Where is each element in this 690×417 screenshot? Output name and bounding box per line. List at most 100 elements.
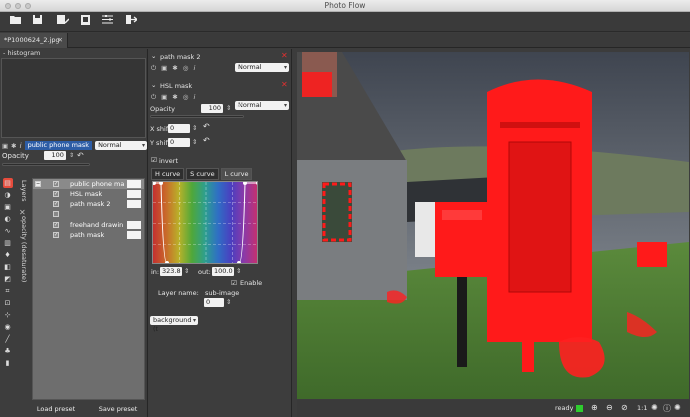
reset-icon[interactable]: ↶: [203, 122, 210, 131]
levels-icon[interactable]: ▥: [3, 238, 13, 248]
power-icon[interactable]: ⏻: [151, 93, 156, 102]
layer-new-icon[interactable]: ▣: [3, 202, 13, 212]
out-stepper[interactable]: ⇕: [236, 267, 241, 275]
invert-checkbox[interactable]: ☑: [151, 156, 157, 164]
opacity-slider[interactable]: [2, 163, 90, 166]
image-canvas[interactable]: [297, 52, 689, 399]
layer-row[interactable]: ✓ freehand drawin: [33, 220, 144, 230]
target-icon[interactable]: ◎: [183, 64, 189, 73]
trash-icon[interactable]: ▮: [3, 358, 13, 368]
layers-icon[interactable]: ▤: [2, 178, 13, 188]
layer-visible-check[interactable]: ✓: [53, 191, 59, 197]
yshift-input[interactable]: 0: [168, 138, 190, 147]
layer-name-field[interactable]: public phone mask: [24, 141, 93, 150]
transform-icon[interactable]: ⊡: [3, 298, 13, 308]
gradient-icon[interactable]: ◩: [3, 274, 13, 284]
expand-icon[interactable]: ⌄: [151, 81, 156, 89]
zoom-in-icon[interactable]: ⊕: [591, 403, 598, 412]
filter-side-label[interactable]: opacity (desaturate): [20, 216, 28, 282]
hsl-blend-select[interactable]: Normal: [235, 101, 289, 110]
in-input[interactable]: 323.8: [160, 267, 182, 276]
zoom-fit-icon[interactable]: ⊘: [621, 403, 628, 412]
visibility-icon[interactable]: ▣: [161, 93, 167, 102]
minimize-window-button[interactable]: [15, 3, 21, 9]
exit-icon[interactable]: [124, 15, 138, 29]
pick-icon[interactable]: ⊹: [3, 310, 13, 320]
curves-icon[interactable]: ∿: [3, 226, 13, 236]
yshift-stepper[interactable]: ⇕: [192, 138, 197, 146]
blend-mode-select[interactable]: Normal: [95, 141, 148, 150]
layer-visible-check[interactable]: ✓: [53, 181, 59, 187]
reset-icon[interactable]: ↶: [236, 102, 243, 111]
hue-curve-editor[interactable]: [152, 181, 258, 264]
close-filter-icon[interactable]: ✕: [19, 208, 26, 217]
color-icon[interactable]: ◑: [3, 190, 13, 200]
layer-visible-check[interactable]: ✓: [53, 232, 59, 238]
close-window-button[interactable]: [5, 3, 11, 9]
save-icon[interactable]: [30, 15, 44, 29]
info-icon[interactable]: i: [193, 93, 195, 102]
layer-visible-check[interactable]: [53, 211, 59, 217]
eye-icon[interactable]: ◉: [3, 322, 13, 332]
layer-row[interactable]: ✓ path mask 2: [33, 199, 144, 209]
reset-icon[interactable]: ↶: [203, 136, 210, 145]
visibility-icon[interactable]: ▣: [2, 142, 8, 150]
layer-visible-check[interactable]: ✓: [53, 201, 59, 207]
pin-icon[interactable]: ✱: [11, 142, 16, 150]
close-tab-icon[interactable]: ✕: [58, 33, 63, 48]
remove-filter-icon[interactable]: ✕: [281, 80, 288, 89]
background-select[interactable]: background (t: [150, 316, 198, 333]
info-icon[interactable]: ⓘ: [663, 403, 671, 414]
layer-row[interactable]: [33, 209, 144, 219]
expand-icon[interactable]: ⌄: [151, 52, 156, 60]
info-icon[interactable]: i: [20, 142, 22, 150]
brightness-icon[interactable]: ◧: [3, 262, 13, 272]
remove-filter-icon[interactable]: ✕: [281, 51, 288, 60]
folder-open-icon[interactable]: [8, 15, 22, 29]
xshift-stepper[interactable]: ⇕: [192, 124, 197, 132]
display-settings-icon[interactable]: ✺: [674, 403, 681, 412]
zoom-1-1-button[interactable]: 1:1: [637, 404, 647, 412]
pin-icon[interactable]: ✱: [172, 64, 177, 73]
layer-row[interactable]: − ✓ public phone ma: [33, 179, 144, 189]
layer-row[interactable]: ✓ HSL mask: [33, 189, 144, 199]
load-preset-button[interactable]: Load preset: [30, 403, 82, 415]
out-input[interactable]: 100.0: [212, 267, 234, 276]
curve-point[interactable]: [159, 182, 163, 185]
brush-icon[interactable]: ╱: [3, 334, 13, 344]
target-icon[interactable]: ◎: [183, 93, 189, 102]
preview-settings-icon[interactable]: ✺: [651, 403, 658, 412]
opacity-stepper[interactable]: ⇕: [226, 104, 231, 112]
layers-side-label[interactable]: Layers: [20, 180, 28, 202]
stamp-icon[interactable]: ♣: [3, 346, 13, 356]
background-stepper[interactable]: ⇕: [226, 298, 231, 306]
pin-icon[interactable]: ✱: [172, 93, 177, 102]
layer-row[interactable]: ✓ path mask: [33, 230, 144, 240]
enable-checkbox[interactable]: ☑: [231, 279, 237, 287]
document-tab[interactable]: *P1000624_2.jpg ✕: [0, 33, 68, 48]
save-as-icon[interactable]: [56, 15, 70, 29]
visibility-icon[interactable]: ▣: [161, 64, 167, 73]
power-icon[interactable]: ⏻: [151, 64, 156, 73]
layer-visible-check[interactable]: ✓: [53, 222, 59, 228]
settings-icon[interactable]: [100, 15, 114, 29]
opacity-stepper[interactable]: ⇕: [69, 152, 74, 159]
path-mask-2-blend-select[interactable]: Normal: [235, 63, 289, 72]
zoom-out-icon[interactable]: ⊖: [606, 403, 613, 412]
background-number-input[interactable]: 0: [204, 298, 224, 307]
tab-s-curve[interactable]: S curve: [186, 168, 219, 180]
fill-icon[interactable]: ♦: [3, 250, 13, 260]
histogram-header[interactable]: - histogram: [0, 49, 146, 58]
xshift-input[interactable]: 0: [168, 124, 190, 133]
hsl-opacity-slider[interactable]: [150, 115, 244, 118]
curve-point[interactable]: [243, 182, 247, 185]
in-stepper[interactable]: ⇕: [184, 267, 189, 275]
curve-point[interactable]: [153, 182, 156, 185]
opacity-input[interactable]: 100: [43, 151, 66, 160]
collapse-icon[interactable]: -: [3, 49, 5, 57]
info-icon[interactable]: i: [193, 64, 195, 73]
maximize-window-button[interactable]: [25, 3, 31, 9]
crop-icon[interactable]: ⌗: [3, 286, 13, 296]
tab-h-curve[interactable]: H curve: [151, 168, 185, 180]
save-preset-button[interactable]: Save preset: [90, 403, 146, 415]
